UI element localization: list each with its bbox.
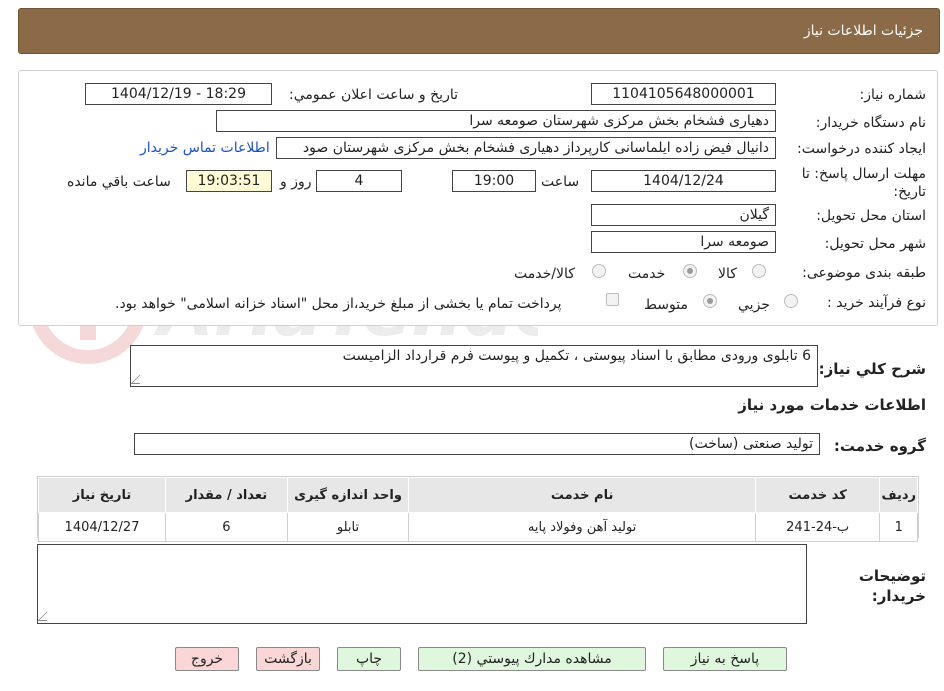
category-option-service: خدمت (628, 266, 666, 282)
buyer-notes-textarea[interactable] (37, 544, 807, 624)
col-need-date: تاريخ نياز (37, 477, 167, 513)
cell-row-number: 1 (879, 512, 918, 542)
category-option-goods: كالا (718, 266, 737, 282)
deadline-label: مهلت ارسال پاسخ: تا تاريخ: (801, 166, 926, 200)
process-radio-medium[interactable] (703, 294, 717, 308)
reply-button[interactable]: پاسخ به نياز (663, 647, 787, 671)
view-attachments-button[interactable]: مشاهده مدارك پيوستي (2) (418, 647, 646, 671)
col-service-name: نام خدمت (408, 477, 756, 513)
treasury-checkbox[interactable] (606, 293, 619, 306)
cell-service-name: تولید آهن وفولاد پایه (408, 512, 756, 542)
category-radio-goods-service[interactable] (592, 264, 606, 278)
page-header: جزئیات اطلاعات نیاز (18, 8, 940, 54)
creator-label: ايجاد كننده درخواست: (797, 141, 926, 157)
table-row: 1 ب-24-241 تولید آهن وفولاد پایه تابلو 6… (37, 512, 918, 542)
announce-label: تاریخ و ساعت اعلان عمومي: (289, 87, 458, 103)
summary-text: 6 تابلوی ورودی مطابق با اسناد پیوستی ، ت… (342, 348, 811, 364)
summary-label: شرح كلي نياز: (818, 360, 926, 378)
table-header-row: رديف كد خدمت نام خدمت واحد اندازه گيری ت… (37, 477, 918, 513)
process-label: نوع فرآيند خريد : (827, 295, 926, 311)
category-radio-goods[interactable] (752, 264, 766, 278)
city-field: صومعه سرا (591, 231, 776, 253)
process-radio-minor[interactable] (784, 294, 798, 308)
services-table: رديف كد خدمت نام خدمت واحد اندازه گيری ت… (37, 477, 918, 542)
buyer-org-field: دهیاری فشخام بخش مرکزی شهرستان صومعه سرا (216, 110, 776, 132)
cell-need-date: 1404/12/27 (37, 512, 167, 542)
cell-quantity: 6 (165, 512, 288, 542)
deadline-date-field: 1404/12/24 (591, 170, 776, 192)
summary-textarea: 6 تابلوی ورودی مطابق با اسناد پیوستی ، ت… (130, 345, 818, 387)
col-service-code: كد خدمت (754, 477, 881, 513)
buyer-contact-link[interactable]: اطلاعات تماس خريدار (140, 140, 270, 156)
payment-note: پرداخت تمام یا بخشی از مبلغ خرید،از محل … (115, 296, 562, 312)
days-field: 4 (316, 170, 402, 192)
col-row-number: رديف (879, 477, 918, 513)
province-label: استان محل تحويل: (816, 208, 926, 224)
need-number-label: شماره نیاز: (859, 87, 927, 103)
deadline-time-field: 19:00 (452, 170, 536, 192)
province-field: گيلان (591, 204, 776, 226)
buyer-org-label: نام دستگاه خريدار: (815, 115, 926, 131)
city-label: شهر محل تحويل: (824, 236, 926, 252)
service-group-field: تولید صنعتی (ساخت) (134, 433, 820, 455)
col-quantity: تعداد / مقدار (165, 477, 288, 513)
print-button[interactable]: چاپ (337, 647, 401, 671)
remaining-label: ساعت باقي مانده (67, 174, 171, 190)
process-option-minor: جزيي (738, 297, 770, 313)
cell-unit: تابلو (286, 512, 410, 542)
service-group-label: گروه خدمت: (833, 437, 926, 455)
col-unit: واحد اندازه گيری (286, 477, 410, 513)
buyer-notes-label: توضيحات خريدار: (858, 567, 926, 605)
back-button[interactable]: بازگشت (256, 647, 320, 671)
creator-field: دانیال فیض زاده ایلماسانی کارپرداز دهیار… (276, 137, 776, 159)
cell-service-code: ب-24-241 (754, 512, 881, 542)
announce-field: 1404/12/19 - 18:29 (85, 83, 272, 105)
need-number-field: 1104105648000001 (591, 83, 776, 105)
remaining-time-field: 19:03:51 (186, 170, 272, 192)
category-radio-service[interactable] (683, 264, 697, 278)
deadline-time-label: ساعت (541, 174, 580, 190)
process-option-medium: متوسط (644, 297, 688, 313)
days-label: روز و (280, 174, 312, 190)
category-option-goods-service: كالا/خدمت (514, 266, 575, 282)
services-section-title: اطلاعات خدمات مورد نياز (738, 396, 926, 414)
exit-button[interactable]: خروج (175, 647, 239, 671)
page-title: جزئیات اطلاعات نیاز (803, 23, 923, 39)
category-label: طبقه بندی موضوعی: (802, 265, 926, 281)
